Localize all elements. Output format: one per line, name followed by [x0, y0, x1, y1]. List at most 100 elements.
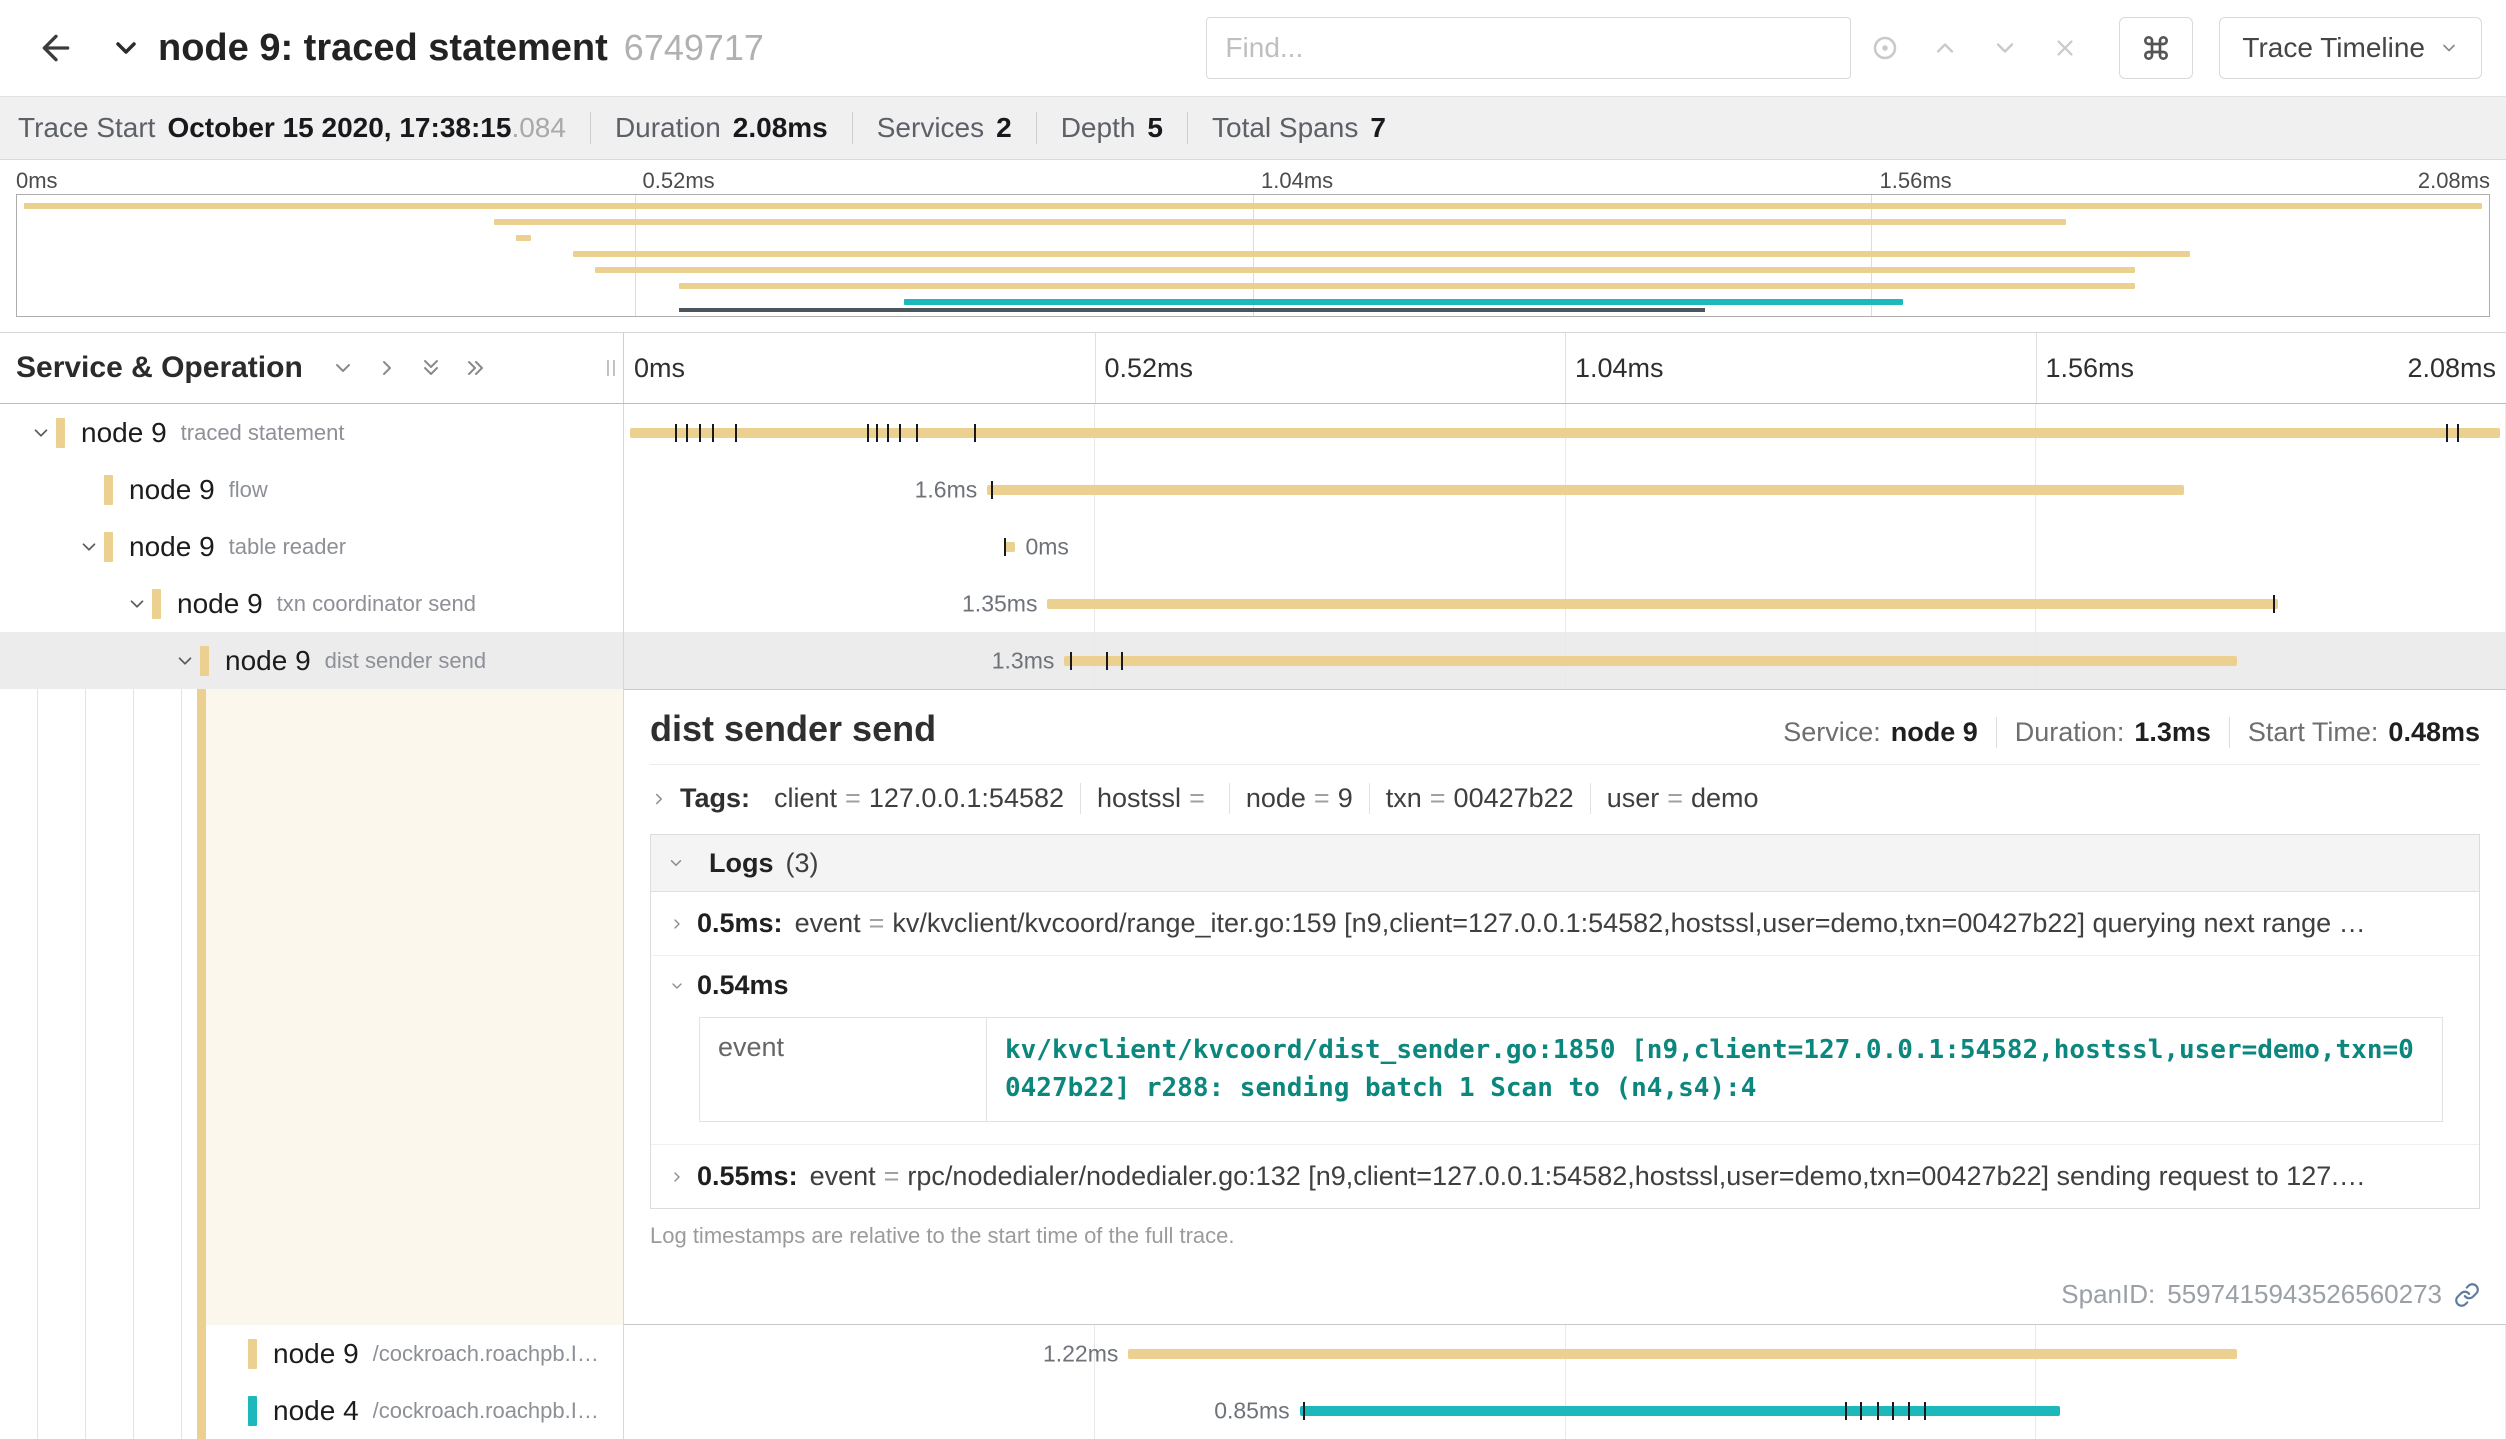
minimap-span-bar	[516, 235, 531, 241]
chevron-down-icon[interactable]	[170, 650, 200, 672]
command-icon	[2140, 32, 2172, 64]
span-name-cell[interactable]: node 9 flow	[0, 461, 624, 518]
double-chevron-right-icon	[463, 356, 487, 380]
logs-count: (3)	[786, 848, 819, 879]
minimap-ruler: 0ms 0.52ms 1.04ms 1.56ms 2.08ms	[16, 166, 2490, 194]
ruler-divider	[1565, 333, 1566, 403]
service-operation-header: Service & Operation	[0, 333, 624, 403]
span-bar[interactable]	[1300, 1406, 2060, 1416]
span-row-txn-coordinator-send: node 9 txn coordinator send 1.35ms	[0, 575, 2506, 632]
span-bar[interactable]	[987, 485, 2184, 495]
log-summary: event=rpc/nodedialer/nodedialer.go:132 […	[810, 1161, 2366, 1192]
double-chevron-down-icon	[419, 356, 443, 380]
detail-duration: Duration:1.3ms	[1996, 717, 2229, 748]
locate-match-button[interactable]	[1859, 22, 1911, 74]
span-timeline-cell: 1.6ms	[624, 461, 2506, 518]
service-color-chip	[104, 532, 113, 562]
tag-user: user=demo	[1590, 783, 1775, 814]
span-id-label: SpanID:	[2061, 1279, 2155, 1310]
minimap-canvas[interactable]	[16, 194, 2490, 317]
span-duration-label: 1.3ms	[992, 647, 1055, 674]
service-name: node 9	[273, 1338, 359, 1370]
chevron-right-icon	[669, 916, 685, 932]
span-name-cell[interactable]: node 9 dist sender send	[0, 632, 624, 689]
logs-header[interactable]: Logs (3)	[651, 835, 2479, 892]
operation-name: txn coordinator send	[277, 591, 476, 617]
service-name: node 4	[273, 1395, 359, 1427]
tag-txn: txn=00427b22	[1369, 783, 1590, 814]
span-timeline-cell: 0.85ms	[624, 1382, 2506, 1439]
chevron-down-icon[interactable]	[122, 593, 152, 615]
chevron-right-icon	[375, 356, 399, 380]
span-id-value: 5597415943526560273	[2167, 1279, 2442, 1310]
span-bar[interactable]	[1004, 542, 1015, 552]
log-field-value: kv/kvclient/kvcoord/range_iter.go:159 [n…	[892, 908, 2365, 938]
minimap-span-bar	[679, 283, 2135, 289]
table-row: event kv/kvclient/kvcoord/dist_sender.go…	[700, 1018, 2443, 1122]
trace-view-selector[interactable]: Trace Timeline	[2219, 17, 2482, 79]
chevron-down-icon[interactable]	[26, 422, 56, 444]
logs-footnote: Log timestamps are relative to the start…	[650, 1223, 2480, 1249]
collapse-trace-chevron-down-icon[interactable]	[110, 32, 142, 64]
trace-minimap: 0ms 0.52ms 1.04ms 1.56ms 2.08ms	[0, 160, 2506, 317]
log-fields-table: event kv/kvclient/kvcoord/dist_sender.go…	[699, 1017, 2443, 1122]
chevron-down-icon[interactable]	[74, 536, 104, 558]
timeline-header: Service & Operation 0ms 0.52ms 1.04ms 1.…	[0, 332, 2506, 404]
ruler-tick-label: 2.08ms	[2407, 333, 2496, 403]
expand-all-button[interactable]	[463, 356, 487, 380]
span-name-cell[interactable]: node 9 traced statement	[0, 404, 624, 461]
span-bar[interactable]	[1128, 1349, 2236, 1359]
log-summary: event=kv/kvclient/kvcoord/range_iter.go:…	[795, 908, 2366, 939]
log-entry[interactable]: 0.55ms: event=rpc/nodedialer/nodedialer.…	[651, 1145, 2479, 1208]
log-entry[interactable]: 0.5ms: event=kv/kvclient/kvcoord/range_i…	[651, 892, 2479, 956]
prev-match-button[interactable]	[1919, 22, 1971, 74]
expand-one-button[interactable]	[375, 356, 399, 380]
span-row-roachpb-node4: node 4 /cockroach.roachpb.I… 0.85ms	[0, 1382, 2506, 1439]
find-bar: Trace Timeline	[1206, 17, 2482, 79]
span-duration-label: 0ms	[1025, 533, 1068, 560]
log-entry-expanded: 0.54ms event kv/kvclient/kvcoord/dist_se…	[651, 956, 2479, 1145]
span-bar[interactable]	[630, 428, 2501, 438]
span-bar[interactable]	[1047, 599, 2278, 609]
detail-header: dist sender send Service:node 9 Duration…	[650, 708, 2480, 765]
next-match-button[interactable]	[1979, 22, 2031, 74]
chevron-down-icon	[667, 854, 685, 872]
chevron-down-icon	[1991, 34, 2019, 62]
indent-guide	[181, 689, 182, 1325]
log-entry-header[interactable]: 0.54ms	[669, 970, 2461, 1001]
chevron-right-icon	[650, 790, 668, 808]
span-name-cell[interactable]: node 9 table reader	[0, 518, 624, 575]
span-duration-label: 1.22ms	[1043, 1340, 1118, 1367]
collapse-one-button[interactable]	[331, 356, 355, 380]
clear-find-button[interactable]	[2039, 22, 2091, 74]
service-name: node 9	[81, 417, 167, 449]
trace-header: node 9: traced statement 6749717	[110, 1, 764, 95]
timeline-ruler: 0ms 0.52ms 1.04ms 1.56ms 2.08ms	[624, 333, 2506, 403]
collapse-all-button[interactable]	[419, 356, 443, 380]
chevron-down-icon	[2439, 38, 2459, 58]
find-input[interactable]	[1206, 17, 1851, 79]
log-field-value: kv/kvclient/kvcoord/dist_sender.go:1850 …	[987, 1018, 2443, 1122]
chevron-right-icon	[669, 1169, 685, 1185]
span-name-cell[interactable]: node 9 /cockroach.roachpb.I…	[0, 1325, 624, 1382]
minimap-viewport-bar[interactable]	[679, 308, 1705, 312]
keyboard-shortcuts-button[interactable]	[2119, 17, 2193, 79]
trace-id: 6749717	[624, 27, 764, 69]
minimap-span-bar	[904, 299, 1903, 305]
detail-accent-tint	[206, 689, 623, 1325]
span-bar[interactable]	[1064, 656, 2236, 666]
log-field-key: event	[810, 1161, 876, 1191]
back-button[interactable]	[30, 22, 82, 74]
tags-accordion[interactable]: Tags: client=127.0.0.1:54582 hostssl= no…	[650, 783, 2480, 814]
minimap-tick-label: 0.52ms	[643, 168, 715, 194]
indent-guide	[133, 689, 134, 1325]
span-name-cell[interactable]: node 4 /cockroach.roachpb.I…	[0, 1382, 624, 1439]
detail-accent-stripe	[197, 689, 206, 1325]
operation-name: /cockroach.roachpb.I…	[373, 1398, 599, 1424]
span-name-cell[interactable]: node 9 txn coordinator send	[0, 575, 624, 632]
ruler-tick-label: 1.04ms	[1575, 333, 1664, 403]
tag-hostssl: hostssl=	[1080, 783, 1229, 814]
ruler-tick-label: 0ms	[634, 333, 685, 403]
deep-link-icon[interactable]	[2454, 1282, 2480, 1308]
column-resizer[interactable]	[607, 360, 615, 376]
